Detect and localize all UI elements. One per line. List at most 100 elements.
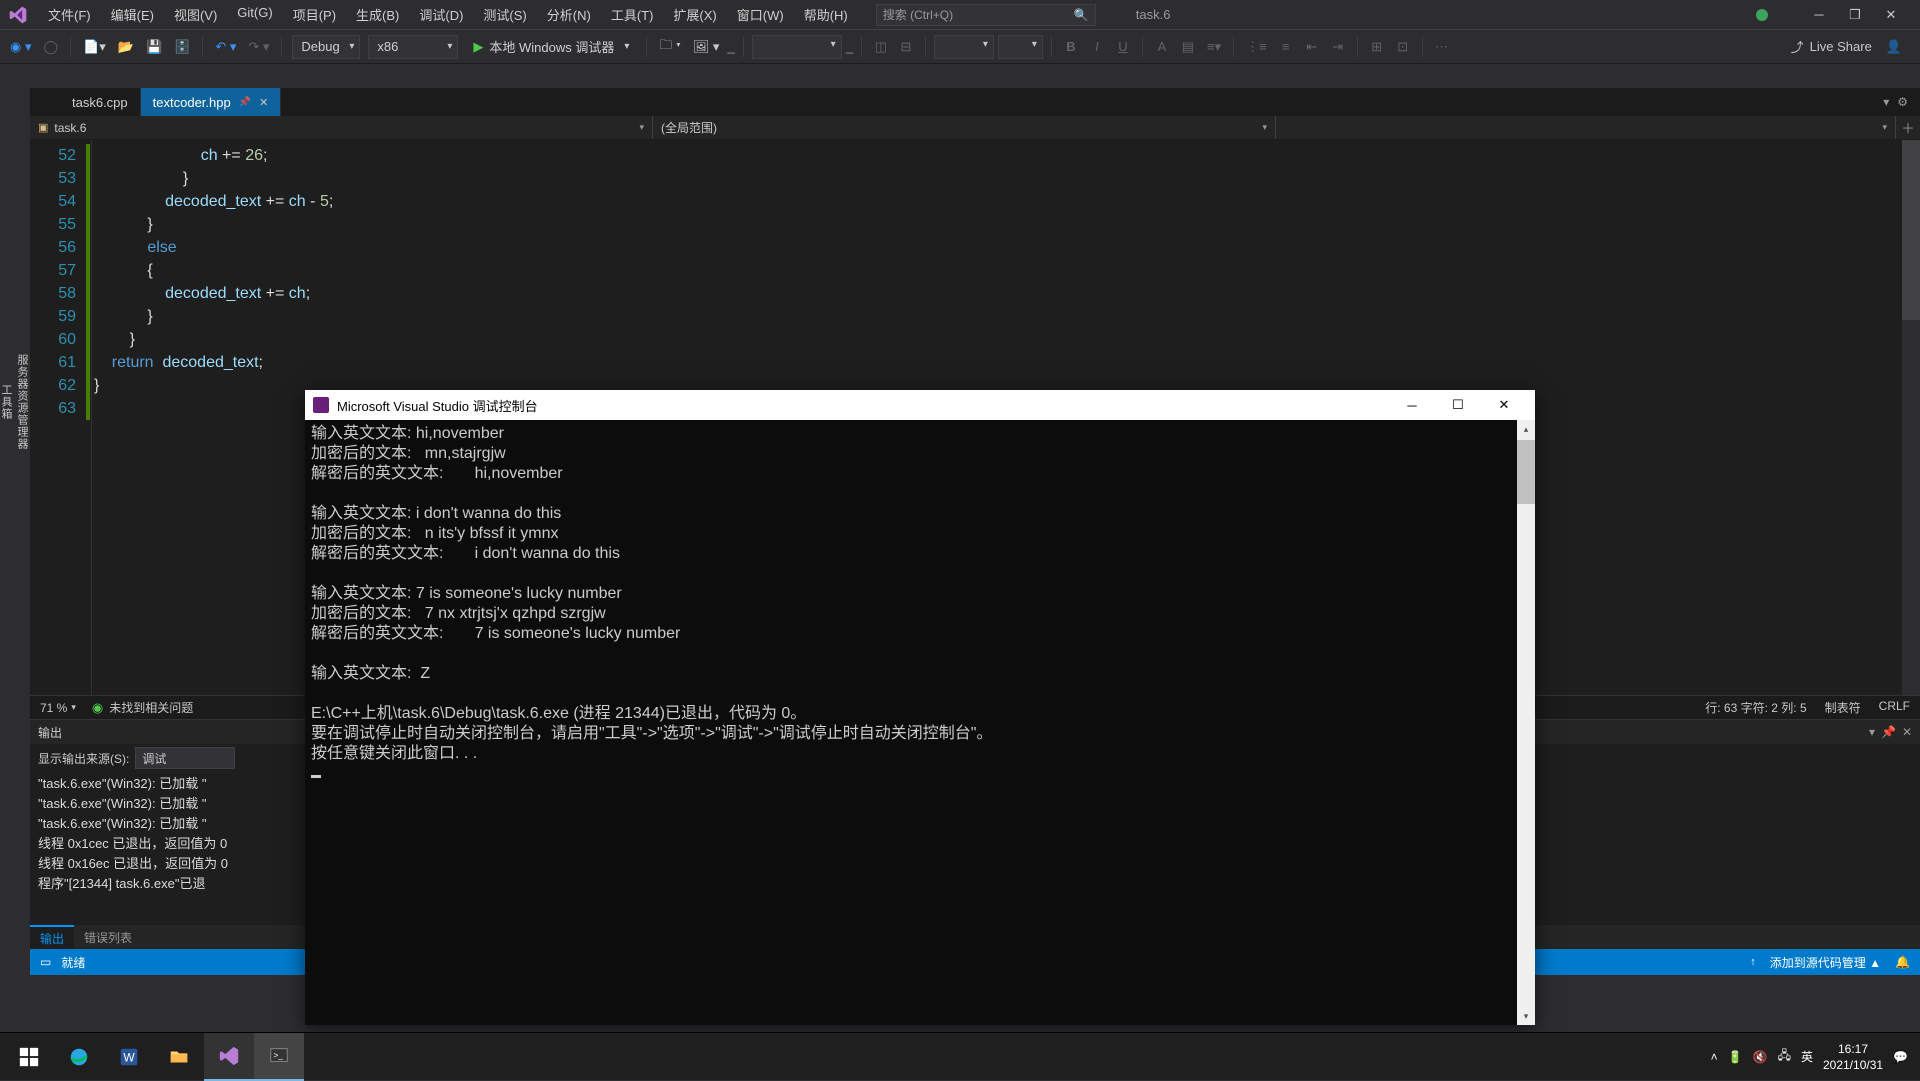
close-button[interactable]: ✕ bbox=[1882, 6, 1900, 24]
start-button[interactable] bbox=[4, 1033, 54, 1081]
tray-ime[interactable]: 英 bbox=[1801, 1048, 1813, 1065]
search-input[interactable]: 搜索 (Ctrl+Q) 🔍 bbox=[876, 4, 1096, 26]
split-v-icon[interactable]: ⊟ bbox=[895, 36, 917, 58]
empty-selector[interactable] bbox=[752, 35, 842, 59]
close-tab-icon[interactable]: ✕ bbox=[259, 96, 268, 109]
tray-notifications-icon[interactable]: 💬 bbox=[1893, 1050, 1908, 1064]
config-select[interactable]: Debug bbox=[292, 35, 360, 59]
menu-view[interactable]: 视图(V) bbox=[166, 1, 225, 28]
platform-select[interactable]: x86 bbox=[368, 35, 458, 59]
menu-help[interactable]: 帮助(H) bbox=[796, 1, 856, 28]
server-explorer-tab[interactable]: 服务器资源管理器 bbox=[14, 95, 30, 709]
outdent-button[interactable]: ⇤ bbox=[1301, 36, 1323, 58]
menu-tools[interactable]: 工具(T) bbox=[603, 1, 662, 28]
console-scrollbar[interactable]: ▴ ▾ bbox=[1517, 420, 1535, 1025]
issues-indicator[interactable]: ◉ 未找到相关问题 bbox=[92, 699, 193, 716]
scroll-up-icon[interactable]: ▴ bbox=[1517, 420, 1535, 438]
save-button[interactable]: 💾 bbox=[142, 36, 166, 58]
sign-in-status-icon[interactable] bbox=[1756, 9, 1768, 21]
output-dropdown-icon[interactable]: ▾ bbox=[1869, 725, 1875, 739]
tab-textcoderhpp[interactable]: textcoder.hpp 📌 ✕ bbox=[141, 88, 282, 116]
notifications-icon[interactable]: 🔔 bbox=[1895, 955, 1910, 969]
tray-network-icon[interactable]: 🖧 bbox=[1778, 1046, 1791, 1067]
output-source-select[interactable]: 调试 bbox=[135, 747, 235, 769]
tray-battery-icon[interactable]: 🔋 bbox=[1728, 1050, 1743, 1064]
underline-button[interactable]: U bbox=[1112, 36, 1134, 58]
output-pin-icon[interactable]: 📌 bbox=[1881, 725, 1896, 739]
toolbar-btn-a[interactable]: 🗀 ▾ bbox=[655, 36, 684, 58]
scroll-thumb[interactable] bbox=[1517, 440, 1535, 504]
menu-window[interactable]: 窗口(W) bbox=[729, 1, 792, 28]
nav-back-button[interactable]: ◉ ▾ bbox=[6, 36, 35, 58]
menu-build[interactable]: 生成(B) bbox=[348, 1, 407, 28]
start-debug-button[interactable]: ▶ 本地 Windows 调试器 ▾ bbox=[464, 35, 638, 59]
list-ul-button[interactable]: ≡ bbox=[1275, 36, 1297, 58]
highlight-button[interactable]: ▤ bbox=[1177, 36, 1199, 58]
minimize-button[interactable]: ─ bbox=[1810, 6, 1828, 24]
menu-edit[interactable]: 编辑(E) bbox=[103, 1, 162, 28]
empty-sel2[interactable] bbox=[934, 35, 994, 59]
output-close-icon[interactable]: ✕ bbox=[1902, 725, 1912, 739]
liveshare-button[interactable]: ⤴ Live Share bbox=[1785, 35, 1878, 58]
redo-button[interactable]: ↷ ▾ bbox=[244, 36, 273, 58]
zoom-level[interactable]: 71 % ▾ bbox=[40, 701, 76, 715]
tabbar-settings-icon[interactable]: ⚙ bbox=[1897, 95, 1908, 109]
feedback-icon[interactable]: 👤 bbox=[1886, 39, 1902, 55]
menu-git[interactable]: Git(G) bbox=[229, 1, 280, 28]
undo-button[interactable]: ↶ ▾ bbox=[211, 36, 240, 58]
nav-scope[interactable]: (全局范围) bbox=[653, 116, 1276, 139]
align-button[interactable]: ≡▾ bbox=[1203, 36, 1225, 58]
new-project-button[interactable]: 📄▾ bbox=[79, 36, 110, 58]
menu-project[interactable]: 项目(P) bbox=[285, 1, 344, 28]
tray-clock[interactable]: 16:17 2021/10/31 bbox=[1823, 1041, 1883, 1073]
scm-add[interactable]: 添加到源代码管理 ▲ bbox=[1770, 954, 1881, 971]
menu-analyze[interactable]: 分析(N) bbox=[539, 1, 599, 28]
console-title: Microsoft Visual Studio 调试控制台 bbox=[337, 396, 538, 415]
eol-mode[interactable]: CRLF bbox=[1879, 699, 1910, 716]
nav-forward-button[interactable]: ◯ bbox=[39, 36, 62, 58]
taskbar-edge[interactable] bbox=[54, 1033, 104, 1081]
menu-test[interactable]: 测试(S) bbox=[475, 1, 534, 28]
tabbar-overflow-icon[interactable]: ▾ bbox=[1883, 95, 1889, 109]
restore-button[interactable]: ❐ bbox=[1846, 6, 1864, 24]
tray-overflow-icon[interactable]: ˄ bbox=[1711, 1050, 1718, 1064]
misc1-button[interactable]: ⊞ bbox=[1366, 36, 1388, 58]
indent-mode[interactable]: 制表符 bbox=[1825, 699, 1861, 716]
console-body[interactable]: 输入英文文本: hi,november 加密后的文本: mn,stajrgjw … bbox=[305, 420, 1535, 1025]
scroll-down-icon[interactable]: ▾ bbox=[1517, 1007, 1535, 1025]
output-tab-errors[interactable]: 错误列表 bbox=[74, 925, 142, 949]
toolbox-tab[interactable]: 工具箱 bbox=[0, 95, 14, 709]
taskbar-console[interactable]: >_ bbox=[254, 1033, 304, 1081]
taskbar-visualstudio[interactable] bbox=[204, 1033, 254, 1081]
console-maximize-button[interactable]: ☐ bbox=[1435, 390, 1481, 420]
italic-button[interactable]: I bbox=[1086, 36, 1108, 58]
nav-member[interactable] bbox=[1276, 116, 1896, 139]
console-titlebar[interactable]: Microsoft Visual Studio 调试控制台 ─ ☐ ✕ bbox=[305, 390, 1535, 420]
list-ol-button[interactable]: ⋮≡ bbox=[1242, 36, 1271, 58]
bold-button[interactable]: B bbox=[1060, 36, 1082, 58]
tray-volume-icon[interactable]: 🔇 bbox=[1753, 1050, 1768, 1064]
menu-debug[interactable]: 调试(D) bbox=[411, 1, 471, 28]
save-all-button[interactable]: 🗄️ bbox=[170, 36, 194, 58]
indent-button[interactable]: ⇥ bbox=[1327, 36, 1349, 58]
pin-icon[interactable]: 📌 bbox=[239, 97, 251, 108]
nav-left[interactable]: ▣ task.6 bbox=[30, 116, 653, 139]
font-color-button[interactable]: A bbox=[1151, 36, 1173, 58]
change-bar bbox=[86, 140, 92, 695]
menu-file[interactable]: 文件(F) bbox=[40, 1, 99, 28]
open-button[interactable]: 📂 bbox=[114, 36, 138, 58]
taskbar-word[interactable]: W bbox=[104, 1033, 154, 1081]
editor-scrollbar[interactable] bbox=[1902, 140, 1920, 695]
empty-sel3[interactable] bbox=[998, 35, 1043, 59]
toolbar-btn-b[interactable]: 🖼 ▾ bbox=[689, 36, 724, 58]
misc2-button[interactable]: ⊡ bbox=[1392, 36, 1414, 58]
console-minimize-button[interactable]: ─ bbox=[1389, 390, 1435, 420]
tab-task6cpp[interactable]: task6.cpp bbox=[60, 88, 141, 116]
nav-add-icon[interactable]: ＋ bbox=[1896, 116, 1920, 139]
misc3-button[interactable]: ⋯ bbox=[1431, 36, 1453, 58]
menu-extensions[interactable]: 扩展(X) bbox=[665, 1, 724, 28]
console-close-button[interactable]: ✕ bbox=[1481, 390, 1527, 420]
taskbar-explorer[interactable] bbox=[154, 1033, 204, 1081]
output-tab-output[interactable]: 输出 bbox=[30, 925, 74, 949]
split-h-icon[interactable]: ◫ bbox=[870, 36, 892, 58]
